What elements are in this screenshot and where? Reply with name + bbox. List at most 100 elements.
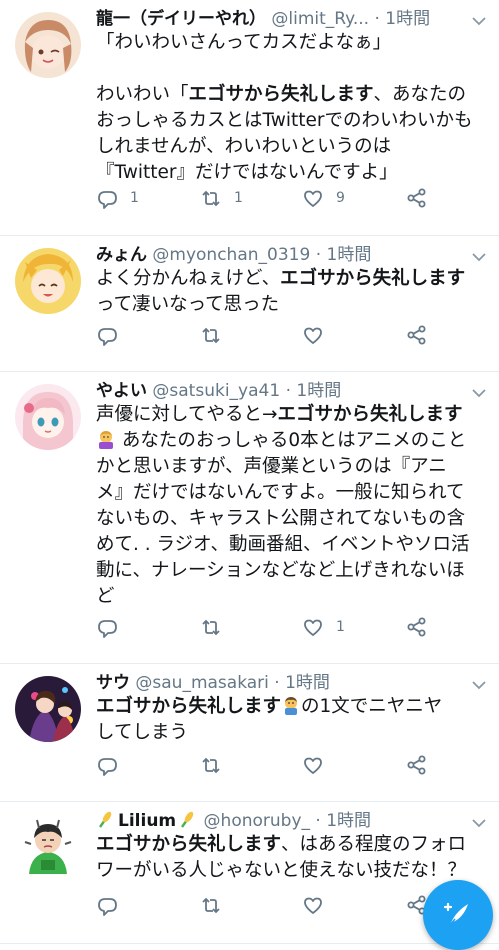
timestamp[interactable]: 1時間 (385, 9, 430, 29)
share-button[interactable] (406, 323, 428, 347)
user-handle[interactable]: @satsuki_ya41 (152, 381, 280, 401)
tweet-menu-button[interactable] (471, 384, 487, 398)
reply-button[interactable] (96, 893, 130, 917)
separator-dot: · (315, 245, 322, 265)
text-run: メ』だけではないんですよ。一般に知られて (96, 482, 465, 503)
reply-icon (98, 328, 117, 346)
avatar[interactable] (15, 248, 81, 314)
retweet-button[interactable]: 1 (200, 186, 243, 210)
corn-emoji-icon (181, 811, 194, 828)
heart-icon (304, 897, 322, 914)
like-count: 9 (336, 190, 345, 206)
display-name[interactable]: やよい (96, 381, 147, 401)
tweet-menu-button[interactable] (471, 248, 487, 262)
tweet-menu-button[interactable] (471, 814, 487, 828)
tweet-text-line: めて. . ラジオ、動画番組、イベントやソロ活 (96, 532, 489, 558)
tweet-header: やよい @satsuki_ya41 · 1時間 (96, 378, 469, 404)
compose-tweet-button[interactable] (423, 880, 493, 950)
separator-dot: · (274, 673, 280, 693)
user-handle[interactable]: @limit_Ry... (271, 9, 369, 29)
reply-button[interactable]: 1 (96, 186, 139, 210)
tweet[interactable]: サウ @sau_masakari · 1時間 エゴサから失礼します の1文でニヤニヤ… (0, 664, 499, 802)
like-button[interactable]: 1 (302, 615, 345, 639)
tweet[interactable]: 龍一（デイリーやれ） @limit_Ry... · 1時間 「わいわいさんってカス… (0, 0, 499, 236)
text-run: よく分かんねぇけど、 (96, 268, 281, 289)
highlight-phrase: エゴサから失礼します (280, 268, 466, 289)
tweet-menu-button[interactable] (471, 12, 487, 26)
share-icon (407, 617, 426, 637)
retweet-button[interactable] (200, 615, 234, 639)
tweet-text-line: よく分かんねぇけど、エゴサから失礼します (96, 266, 489, 292)
tweet-text-line: って凄いなって思った (96, 292, 489, 318)
retweet-icon (202, 327, 220, 344)
text-run: 「わいわいさんってカスだよなぁ」 (96, 32, 392, 53)
text-run: しれませんが、わいわいというのは (96, 136, 392, 157)
timestamp[interactable]: 1時間 (296, 381, 341, 401)
text-run: おっしゃるカスとはTwitterでのわいわいかも (96, 110, 473, 131)
tweet-text-line: エゴサから失礼します、はある程度のフォロ (96, 832, 489, 858)
retweet-button[interactable] (200, 323, 234, 347)
tweet[interactable]: みょん @myonchan_0319 · 1時間 よく分かんねぇけど、エゴサから失… (0, 236, 499, 372)
person-emoji-icon (285, 697, 298, 715)
tweet-text-line: 「わいわいさんってカスだよなぁ」 (96, 30, 489, 56)
text-run: ワーがいる人じゃないと使えない技だな！？ (96, 860, 467, 881)
tweet-actions: 1 1 9 (96, 186, 499, 210)
user-handle[interactable]: @honoruby_ (204, 811, 310, 831)
share-button[interactable] (406, 753, 428, 777)
share-icon (407, 755, 426, 775)
display-name[interactable]: 龍一（デイリーやれ） (96, 9, 266, 29)
tweet-actions (96, 323, 499, 347)
reply-count: 1 (130, 190, 139, 206)
tweet-text-line: エゴサから失礼します の1文でニヤニヤ (96, 694, 489, 720)
retweet-icon (202, 757, 220, 774)
separator-dot: · (315, 811, 321, 831)
like-button[interactable] (302, 323, 336, 347)
display-name[interactable]: Lilium (118, 811, 176, 831)
emoji (96, 430, 116, 451)
tweet-header: サウ @sau_masakari · 1時間 (96, 670, 469, 696)
tweet-header: 龍一（デイリーやれ） @limit_Ry... · 1時間 (96, 6, 469, 32)
tweet-text: エゴサから失礼します の1文でニヤニヤ してしまう (96, 694, 489, 746)
display-name[interactable]: サウ (96, 673, 130, 693)
retweet-button[interactable] (200, 893, 234, 917)
reply-button[interactable] (96, 615, 130, 639)
person-emoji-icon (99, 431, 113, 449)
share-button[interactable] (406, 186, 428, 210)
chevron-down-icon (472, 253, 486, 262)
share-button[interactable] (406, 615, 428, 639)
tweet-menu-button[interactable] (471, 676, 487, 690)
tweet-text-line: 『Twitter』だけではないんですよ」 (96, 160, 489, 186)
user-handle[interactable]: @sau_masakari (135, 673, 268, 693)
compose-tweet-icon (443, 902, 468, 926)
tweet-text-line: しれませんが、わいわいというのは (96, 134, 489, 160)
like-button[interactable] (302, 753, 336, 777)
avatar[interactable] (15, 12, 81, 78)
text-run: って凄いなって思った (96, 294, 280, 315)
tweet-text-line: ど (96, 584, 489, 610)
reply-button[interactable] (96, 753, 130, 777)
timestamp[interactable]: 1時間 (327, 245, 372, 265)
avatar[interactable] (15, 814, 81, 880)
like-button[interactable] (302, 893, 336, 917)
tweet[interactable]: やよい @satsuki_ya41 · 1時間 声優に対してやると→エゴサから失礼… (0, 372, 499, 664)
text-run: ど (96, 586, 115, 607)
reply-button[interactable] (96, 323, 130, 347)
user-handle[interactable]: @myonchan_0319 (152, 245, 310, 265)
avatar[interactable] (15, 676, 81, 742)
tweet-text-line: メ』だけではないんですよ。一般に知られて (96, 480, 489, 506)
retweet-button[interactable] (200, 753, 234, 777)
timestamp[interactable]: 1時間 (326, 811, 371, 831)
display-name[interactable]: みょん (96, 245, 147, 265)
timestamp[interactable]: 1時間 (285, 673, 330, 693)
retweet-icon (202, 619, 220, 636)
tweet-text: よく分かんねぇけど、エゴサから失礼します って凄いなって思った (96, 266, 489, 318)
separator-dot: · (374, 9, 380, 29)
tweet-text: 「わいわいさんってカスだよなぁ」 わいわい「エゴサから失礼します、あなたの おっしゃ… (96, 30, 489, 186)
highlight-phrase: エゴサから失礼します (188, 84, 374, 105)
tweet-actions (96, 753, 499, 777)
tweet-text-line: 動に、ナレーションなどなど上げきれないほ (96, 558, 489, 584)
tweet-text-line (96, 56, 489, 82)
tweet-text-line: ないもの、キャラスト公開されてないもの含 (96, 506, 489, 532)
like-button[interactable]: 9 (302, 186, 345, 210)
avatar[interactable] (15, 384, 81, 450)
